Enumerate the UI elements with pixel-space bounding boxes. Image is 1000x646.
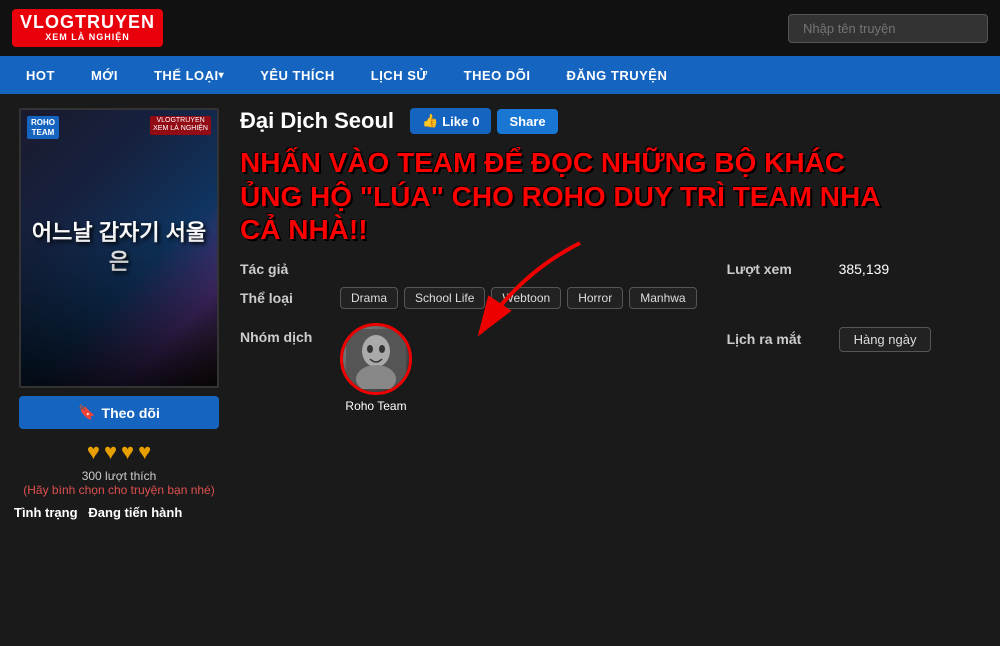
likes-count: 300 lượt thích (82, 469, 157, 483)
team-avatar-image (343, 326, 409, 392)
the-loai-label: Thể loại (240, 290, 340, 306)
tag-horror[interactable]: Horror (567, 287, 623, 309)
logo-box[interactable]: VLOGTRUYEN XEM LÀ NGHIỆN (12, 9, 163, 47)
lich-ra-mat-value[interactable]: Hàng ngày (839, 327, 932, 352)
lich-ra-mat-label: Lịch ra mắt (727, 331, 827, 347)
heart-1: ♥ (87, 439, 100, 465)
header: VLOGTRUYEN XEM LÀ NGHIỆN (0, 0, 1000, 56)
thumbs-up-icon: 👍 (422, 113, 438, 129)
tag-manhwa[interactable]: Manhwa (629, 287, 696, 309)
avatar-svg (346, 329, 406, 389)
manga-title: Đại Dịch Seoul (240, 108, 394, 134)
nav-item-theloai[interactable]: THỂ LOẠI (136, 56, 242, 94)
likes-vote-text: (Hãy bình chọn cho truyện bạn nhé) (23, 483, 214, 497)
nhom-dich-label: Nhóm dịch (240, 323, 340, 345)
tag-webtoon[interactable]: Webtoon (491, 287, 561, 309)
tags-row: Drama School Life Webtoon Horror Manhwa (340, 287, 697, 309)
navbar: HOT MỚI THỂ LOẠI YÊU THÍCH LỊCH SỬ THEO … (0, 56, 1000, 94)
team-avatar-circle (340, 323, 412, 395)
logo-area: VLOGTRUYEN XEM LÀ NGHIỆN (12, 9, 163, 47)
action-buttons: 👍 Like 0 Share (410, 108, 558, 134)
logo-top: VLOGTRUYEN (20, 13, 155, 33)
heart-3: ♥ (121, 439, 134, 465)
team-avatar-wrapper[interactable]: Roho Team (340, 323, 412, 413)
right-column: Đại Dịch Seoul 👍 Like 0 Share NHẤN VÀO T… (240, 108, 986, 520)
nav-item-yeuthich[interactable]: YÊU THÍCH (242, 56, 353, 94)
search-input[interactable] (788, 14, 988, 43)
nav-item-lichsu[interactable]: LỊCH SỬ (353, 56, 446, 94)
cover-figures (21, 226, 217, 386)
luot-xem-value: 385,139 (839, 261, 890, 277)
nav-item-dangtruyen[interactable]: ĐĂNG TRUYỆN (549, 56, 686, 94)
share-button[interactable]: Share (497, 109, 557, 134)
tinh-trang-value: Đang tiến hành (88, 505, 182, 520)
team-name: Roho Team (345, 399, 406, 413)
tac-gia-label: Tác giả (240, 261, 340, 277)
overlay-text: NHẤN VÀO TEAM ĐỂ ĐỌC NHỮNG BỘ KHÁC ỦNG H… (240, 146, 900, 247)
main-content: ROHOTEAM VLOGTRUYENXEM LÀ NGHIỆN 어느날 갑자기… (0, 94, 1000, 534)
cover-image: ROHOTEAM VLOGTRUYENXEM LÀ NGHIỆN 어느날 갑자기… (19, 108, 219, 388)
cover-watermark: VLOGTRUYENXEM LÀ NGHIỆN (150, 116, 211, 135)
nav-item-hot[interactable]: HOT (8, 56, 73, 94)
follow-label: Theo dõi (102, 405, 160, 421)
heart-4: ♥ (138, 439, 151, 465)
like-count: 0 (472, 114, 479, 129)
hearts-row: ♥ ♥ ♥ ♥ (87, 439, 151, 465)
tag-school-life[interactable]: School Life (404, 287, 485, 309)
tinh-trang-label: Tình trạng (14, 505, 78, 520)
like-label: Like (442, 114, 468, 129)
follow-button[interactable]: 🔖 Theo dõi (19, 396, 219, 429)
heart-2: ♥ (104, 439, 117, 465)
cover-roho-badge: ROHOTEAM (27, 116, 59, 139)
bookmark-icon: 🔖 (78, 404, 95, 421)
like-button[interactable]: 👍 Like 0 (410, 108, 491, 134)
left-column: ROHOTEAM VLOGTRUYENXEM LÀ NGHIỆN 어느날 갑자기… (14, 108, 224, 520)
nav-item-theodoi[interactable]: THEO DÕI (446, 56, 549, 94)
tag-drama[interactable]: Drama (340, 287, 398, 309)
luot-xem-label: Lượt xem (727, 261, 827, 277)
nav-item-moi[interactable]: MỚI (73, 56, 136, 94)
title-row: Đại Dịch Seoul 👍 Like 0 Share (240, 108, 986, 134)
logo-bottom: XEM LÀ NGHIỆN (45, 33, 130, 43)
status-row: Tình trạng Đang tiến hành (14, 505, 182, 520)
